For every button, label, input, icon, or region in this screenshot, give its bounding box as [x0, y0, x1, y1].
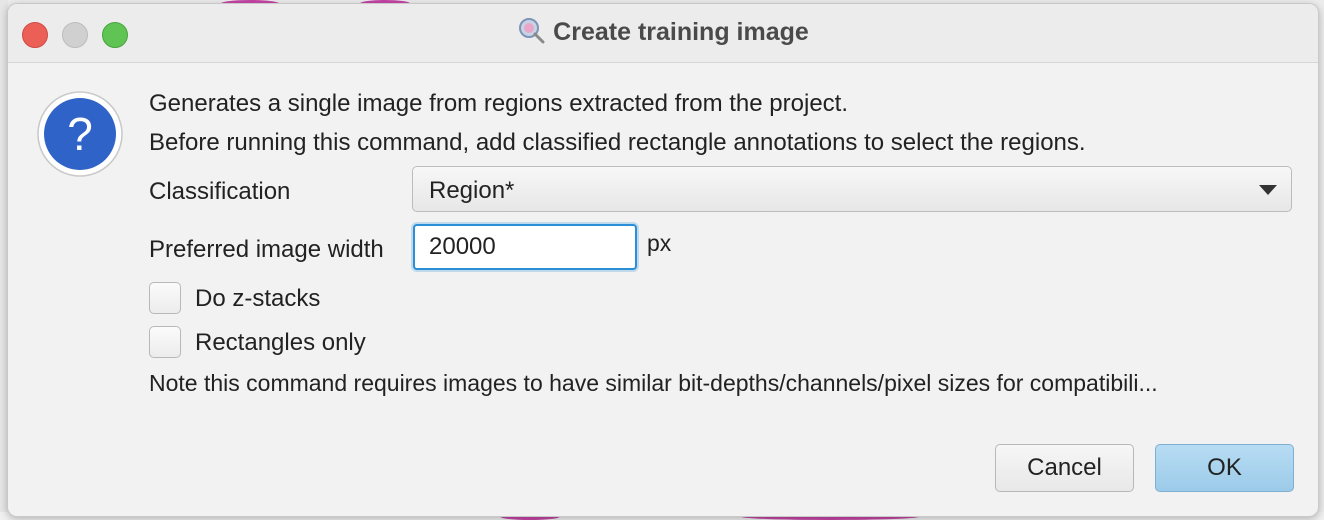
image-width-input[interactable]	[413, 224, 637, 270]
rectangles-only-checkbox[interactable]	[149, 326, 181, 358]
cancel-button[interactable]: Cancel	[995, 444, 1134, 492]
window-title: Create training image	[553, 18, 809, 46]
app-magnifier-icon	[517, 16, 545, 44]
dialog-window: Create training image ? Generates a sing…	[7, 3, 1319, 517]
svg-text:?: ?	[67, 108, 93, 160]
description-line-2: Before running this command, add classif…	[149, 129, 1086, 156]
question-icon: ?	[36, 90, 124, 178]
description-line-1: Generates a single image from regions ex…	[149, 90, 848, 117]
classification-dropdown[interactable]: Region*	[412, 166, 1292, 212]
ok-button[interactable]: OK	[1155, 444, 1294, 492]
rectangles-only-label[interactable]: Rectangles only	[195, 329, 366, 357]
image-width-units: px	[647, 230, 672, 256]
zstacks-label[interactable]: Do z-stacks	[195, 285, 320, 313]
image-width-label: Preferred image width	[149, 236, 384, 263]
compatibility-note: Note this command requires images to hav…	[149, 370, 1158, 396]
dropdown-arrow-icon	[1259, 185, 1277, 195]
zstacks-checkbox[interactable]	[149, 282, 181, 314]
window-title-group: Create training image	[8, 18, 1318, 47]
title-bar[interactable]: Create training image	[8, 4, 1318, 63]
classification-selected-value: Region*	[429, 177, 515, 204]
classification-label: Classification	[149, 178, 291, 205]
